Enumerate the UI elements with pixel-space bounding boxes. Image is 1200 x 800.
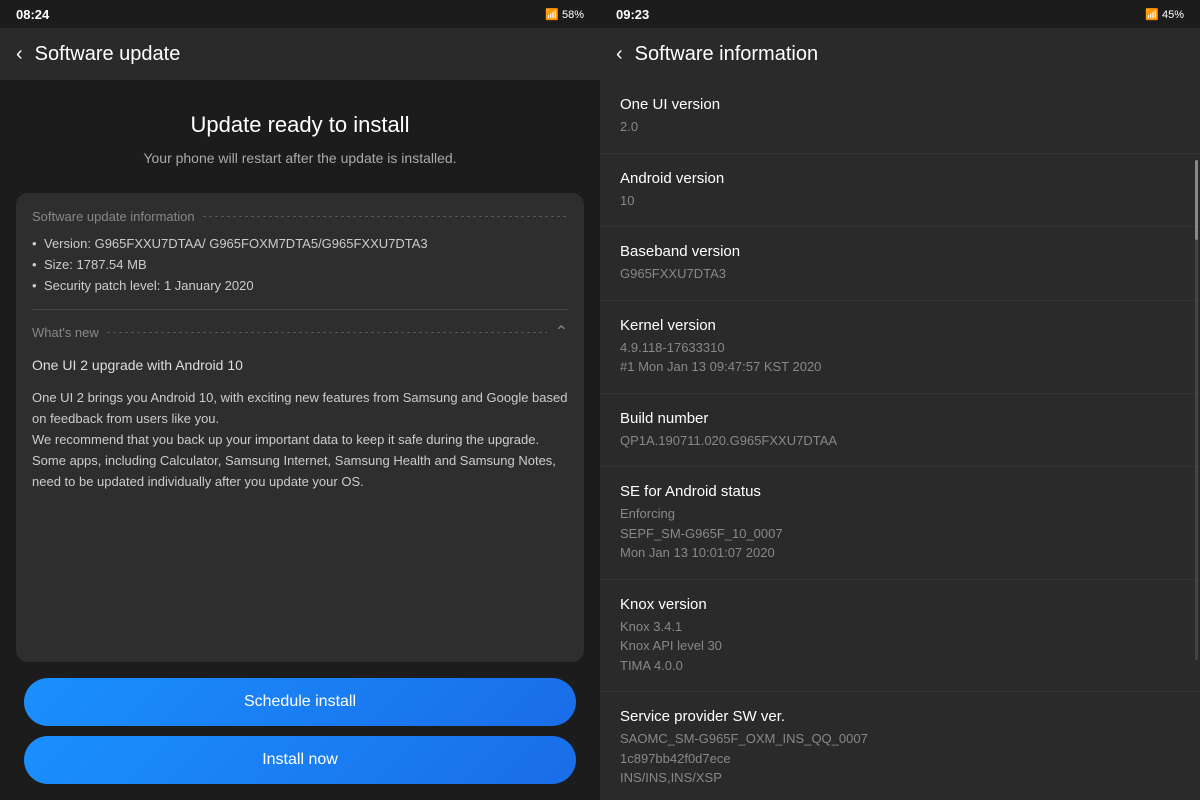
right-panel-inner: One UI version 2.0 Android version 10 Baseba… xyxy=(600,80,1200,800)
scrollbar-thumb xyxy=(1195,160,1198,240)
list-item: Security patch level: 1 January 2020 xyxy=(32,278,568,293)
status-bar-right: 09:23 📶 45% xyxy=(600,0,1200,28)
info-row-label: Baseband version xyxy=(620,243,1180,260)
whats-new-content: One UI 2 upgrade with Android 10 One UI … xyxy=(32,354,568,492)
info-row: Knox version Knox 3.4.1 Knox API level 30… xyxy=(600,580,1200,693)
info-row-label: Kernel version xyxy=(620,317,1180,334)
right-panel: 09:23 📶 45% ‹ Software information One U… xyxy=(600,0,1200,800)
info-row-value: QP1A.190711.020.G965FXXU7DTAA xyxy=(620,431,1180,451)
info-row-label: One UI version xyxy=(620,96,1180,113)
info-row-label: Android version xyxy=(620,170,1180,187)
battery-icon-left: 📶 58% xyxy=(545,8,584,21)
back-button-right[interactable]: ‹ xyxy=(616,43,623,66)
info-row-value: 2.0 xyxy=(620,117,1180,137)
back-button-left[interactable]: ‹ xyxy=(16,43,23,66)
info-row-label: Build number xyxy=(620,410,1180,427)
list-item: Version: G965FXXU7DTAA/ G965FOXM7DTA5/G9… xyxy=(32,236,568,251)
page-title-right: Software information xyxy=(635,43,818,66)
info-row: Android version 10 xyxy=(600,154,1200,228)
update-info-card: Software update information Version: G96… xyxy=(16,193,584,662)
info-row-value: Knox 3.4.1 Knox API level 30 TIMA 4.0.0 xyxy=(620,617,1180,676)
time-left: 08:24 xyxy=(16,7,49,22)
whats-new-label: What's new xyxy=(32,325,99,340)
list-item: Size: 1787.54 MB xyxy=(32,257,568,272)
hero-title: Update ready to install xyxy=(24,112,576,138)
left-panel: 08:24 📶 58% ‹ Software update Update rea… xyxy=(0,0,600,800)
button-area: Schedule install Install now xyxy=(0,662,600,800)
status-icons-right: 📶 45% xyxy=(1145,8,1184,21)
info-row: SE for Android status Enforcing SEPF_SM-G… xyxy=(600,467,1200,580)
chevron-up-icon[interactable]: ⌃ xyxy=(555,322,568,342)
install-now-button[interactable]: Install now xyxy=(24,736,576,784)
time-right: 09:23 xyxy=(616,7,649,22)
info-row-value: SAOMC_SM-G965F_OXM_INS_QQ_0007 1c897bb42… xyxy=(620,729,1180,788)
info-row-value: G965FXXU7DTA3 xyxy=(620,264,1180,284)
info-row: Build number QP1A.190711.020.G965FXXU7DTA… xyxy=(600,394,1200,468)
info-row-value: 4.9.118-17633310 #1 Mon Jan 13 09:47:57 … xyxy=(620,338,1180,377)
hero-subtitle: Your phone will restart after the update… xyxy=(24,148,576,169)
whats-new-body: One UI 2 brings you Android 10, with exc… xyxy=(32,388,568,492)
battery-icon-right: 📶 45% xyxy=(1145,8,1184,21)
status-bar-left: 08:24 📶 58% xyxy=(0,0,600,28)
info-row: Service provider SW ver. SAOMC_SM-G965F_O… xyxy=(600,692,1200,800)
whats-new-section: What's new ⌃ One UI 2 upgrade with Andro… xyxy=(32,309,568,492)
info-row-value: 10 xyxy=(620,191,1180,211)
whats-new-header: What's new ⌃ xyxy=(32,322,568,342)
schedule-install-button[interactable]: Schedule install xyxy=(24,678,576,726)
info-row: One UI version 2.0 xyxy=(600,80,1200,154)
dotted-divider xyxy=(203,216,568,217)
info-row: Baseband version G965FXXU7DTA3 xyxy=(600,227,1200,301)
card-section-title: Software update information xyxy=(32,209,568,224)
header-left: ‹ Software update xyxy=(0,28,600,80)
info-row-label: SE for Android status xyxy=(620,483,1180,500)
page-title-left: Software update xyxy=(35,43,181,66)
info-list: Version: G965FXXU7DTAA/ G965FOXM7DTA5/G9… xyxy=(32,236,568,293)
info-list-right[interactable]: One UI version 2.0 Android version 10 Baseba… xyxy=(600,80,1200,800)
scrollbar-track xyxy=(1195,160,1198,660)
whats-new-headline: One UI 2 upgrade with Android 10 xyxy=(32,354,568,376)
info-row-label: Knox version xyxy=(620,596,1180,613)
info-row-value: Enforcing SEPF_SM-G965F_10_0007 Mon Jan … xyxy=(620,504,1180,563)
info-row: Kernel version 4.9.118-17633310 #1 Mon Ja… xyxy=(600,301,1200,394)
update-hero: Update ready to install Your phone will … xyxy=(0,80,600,193)
header-right: ‹ Software information xyxy=(600,28,1200,80)
status-icons-left: 📶 58% xyxy=(545,8,584,21)
info-row-label: Service provider SW ver. xyxy=(620,708,1180,725)
